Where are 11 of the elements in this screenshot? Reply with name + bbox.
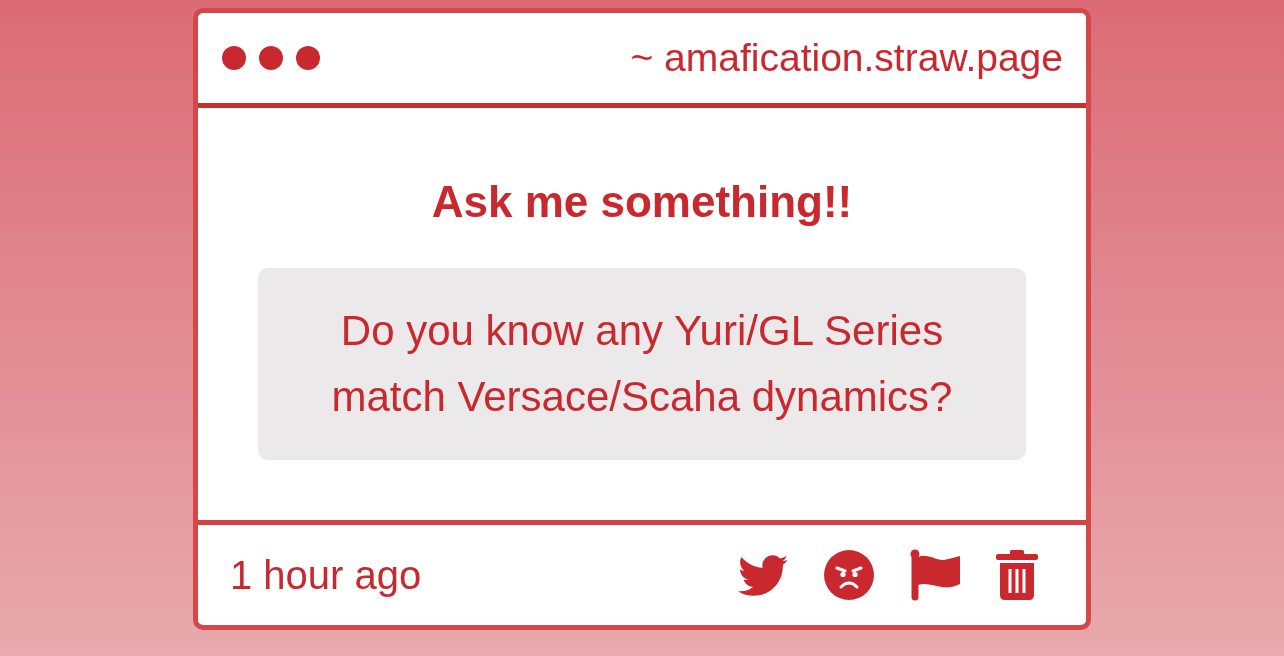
window-dot-icon: [222, 46, 246, 70]
window-dot-icon: [259, 46, 283, 70]
angry-face-icon[interactable]: [824, 550, 874, 600]
flag-icon[interactable]: [910, 549, 960, 601]
question-text: Do you know any Yuri/GL Series match Versace/Scaha dynamics?: [258, 268, 1026, 460]
site-address: ~ amafication.straw.page: [630, 34, 1063, 81]
window-dot-icon: [296, 46, 320, 70]
timestamp: 1 hour ago: [230, 552, 422, 599]
prompt-title: Ask me something!!: [430, 176, 854, 228]
bird-icon[interactable]: [738, 554, 788, 596]
trash-icon[interactable]: [996, 550, 1038, 600]
